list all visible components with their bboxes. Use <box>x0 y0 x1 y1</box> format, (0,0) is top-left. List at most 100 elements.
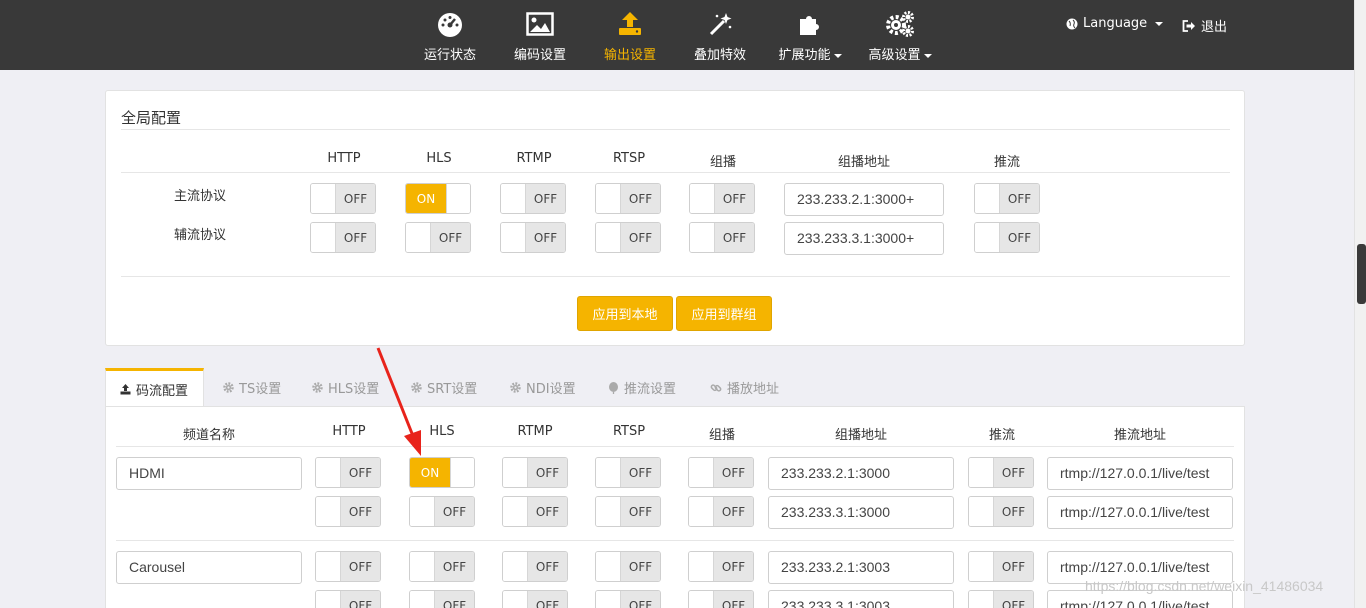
language-dropdown[interactable]: Language <box>1066 16 1164 31</box>
toggle-main-hls[interactable]: ON <box>405 183 471 214</box>
sign-out-icon <box>1182 19 1195 32</box>
image-icon <box>525 10 555 38</box>
col-header-hls: HLS <box>426 151 452 166</box>
col-header-multicast: 组播 <box>709 155 736 170</box>
nav-item-encoding[interactable]: 编码设置 <box>510 0 570 70</box>
toggle-hdmi-main-multicast[interactable]: OFF <box>688 457 754 488</box>
toggle-hdmi-sub-multicast[interactable]: OFF <box>688 496 754 527</box>
divider <box>121 129 1230 130</box>
toggle-hdmi-sub-hls[interactable]: OFF <box>409 496 475 527</box>
tab-push-settings[interactable]: 推流设置 <box>594 368 690 407</box>
toggle-carousel-sub-push[interactable]: OFF <box>968 590 1034 608</box>
channel-name-field[interactable]: HDMI <box>116 457 302 490</box>
divider <box>116 446 1234 447</box>
toggle-carousel-sub-rtsp[interactable]: OFF <box>595 590 661 608</box>
col-header-multicast-address: 组播地址 <box>837 155 890 170</box>
toggle-carousel-main-rtsp[interactable]: OFF <box>595 551 661 582</box>
gear-icon <box>223 382 234 393</box>
toggle-hdmi-main-hls[interactable]: ON <box>409 457 475 488</box>
col-header-rtmp: RTMP <box>516 151 552 166</box>
gears-icon <box>885 10 915 38</box>
nav-item-extensions[interactable]: 扩展功能 <box>775 0 845 70</box>
hdmi-sub-multicast-address-field[interactable]: 233.233.3.1:3000 <box>768 496 954 529</box>
dashboard-icon <box>435 10 465 38</box>
toggle-carousel-main-hls[interactable]: OFF <box>409 551 475 582</box>
scrollbar[interactable] <box>1354 0 1366 608</box>
apply-local-button[interactable]: 应用到本地 <box>577 296 673 331</box>
toggle-sub-http[interactable]: OFF <box>310 222 376 253</box>
nav-item-output[interactable]: 输出设置 <box>600 0 660 70</box>
global-config-panel: 全局配置 HTTP HLS RTMP RTSP 组播 组播地址 推流 主流协议 … <box>105 90 1245 346</box>
toggle-carousel-main-rtmp[interactable]: OFF <box>502 551 568 582</box>
nav-label: 叠加特效 <box>693 48 746 63</box>
toggle-carousel-sub-hls[interactable]: OFF <box>409 590 475 608</box>
divider <box>116 540 1234 541</box>
sub-multicast-address-field[interactable]: 233.233.3.1:3000+ <box>784 222 944 255</box>
hdmi-sub-push-url-field[interactable]: rtmp://127.0.0.1/live/test <box>1047 496 1233 529</box>
toggle-sub-hls[interactable]: OFF <box>405 222 471 253</box>
apply-group-button[interactable]: 应用到群组 <box>676 296 772 331</box>
upload-icon <box>615 10 645 38</box>
toggle-carousel-sub-multicast[interactable]: OFF <box>688 590 754 608</box>
annotation-arrow <box>376 347 421 456</box>
col-header-rtmp: RTMP <box>517 424 553 439</box>
toggle-main-rtmp[interactable]: OFF <box>500 183 566 214</box>
toggle-sub-multicast[interactable]: OFF <box>689 222 755 253</box>
col-header-rtsp: RTSP <box>612 151 646 166</box>
col-header-multicast-address: 组播地址 <box>834 428 887 443</box>
gear-icon <box>510 382 521 393</box>
tab-play-address[interactable]: 播放地址 <box>696 368 793 407</box>
panel-title: 全局配置 <box>121 109 182 127</box>
toggle-carousel-sub-http[interactable]: OFF <box>315 590 381 608</box>
tab-stream-config[interactable]: 码流配置 <box>105 368 204 407</box>
main-multicast-address-field[interactable]: 233.233.2.1:3000+ <box>784 183 944 216</box>
toggle-main-multicast[interactable]: OFF <box>689 183 755 214</box>
puzzle-icon <box>795 10 825 38</box>
toggle-hdmi-main-rtsp[interactable]: OFF <box>595 457 661 488</box>
toggle-carousel-sub-rtmp[interactable]: OFF <box>502 590 568 608</box>
toggle-main-push[interactable]: OFF <box>974 183 1040 214</box>
hdmi-main-push-url-field[interactable]: rtmp://127.0.0.1/live/test <box>1047 457 1233 490</box>
scrollbar-thumb[interactable] <box>1357 244 1366 304</box>
toggle-hdmi-sub-rtsp[interactable]: OFF <box>595 496 661 527</box>
toggle-main-rtsp[interactable]: OFF <box>595 183 661 214</box>
nav-label: 高级设置 <box>868 44 932 63</box>
row-label-sub: 辅流协议 <box>174 228 227 243</box>
toggle-main-http[interactable]: OFF <box>310 183 376 214</box>
toggle-hdmi-sub-push[interactable]: OFF <box>968 496 1034 527</box>
toggle-hdmi-sub-rtmp[interactable]: OFF <box>502 496 568 527</box>
toggle-carousel-main-push[interactable]: OFF <box>968 551 1034 582</box>
col-header-rtsp: RTSP <box>612 424 646 439</box>
divider <box>121 172 1230 173</box>
toggle-carousel-main-multicast[interactable]: OFF <box>688 551 754 582</box>
globe-icon <box>1066 18 1078 29</box>
divider <box>121 276 1230 277</box>
toggle-sub-rtmp[interactable]: OFF <box>500 222 566 253</box>
tab-ndi-settings[interactable]: NDI设置 <box>496 368 590 407</box>
toggle-hdmi-main-push[interactable]: OFF <box>968 457 1034 488</box>
channel-name-field[interactable]: Carousel <box>116 551 302 584</box>
carousel-main-multicast-address-field[interactable]: 233.233.2.1:3003 <box>768 551 954 584</box>
toggle-carousel-main-http[interactable]: OFF <box>315 551 381 582</box>
col-header-http: HTTP <box>327 151 361 166</box>
chevron-down-icon <box>833 53 842 58</box>
col-header-push-url: 推流地址 <box>1113 428 1166 443</box>
chevron-down-icon <box>1155 21 1164 26</box>
toggle-hdmi-main-rtmp[interactable]: OFF <box>502 457 568 488</box>
nav-item-status[interactable]: 运行状态 <box>420 0 480 70</box>
toggle-sub-rtsp[interactable]: OFF <box>595 222 661 253</box>
tab-ts-settings[interactable]: TS设置 <box>209 368 295 407</box>
toggle-hdmi-sub-http[interactable]: OFF <box>315 496 381 527</box>
watermark: https://blog.csdn.net/weixin_41486034 <box>1085 578 1324 594</box>
toggle-sub-push[interactable]: OFF <box>974 222 1040 253</box>
col-header-multicast: 组播 <box>708 428 735 443</box>
top-navbar: 运行状态 编码设置 输出设置 叠加特效 扩展功能 高级设置 Language 退… <box>0 0 1366 70</box>
carousel-sub-multicast-address-field[interactable]: 233.233.3.1:3003 <box>768 590 954 608</box>
hdmi-main-multicast-address-field[interactable]: 233.233.2.1:3000 <box>768 457 954 490</box>
toggle-hdmi-main-http[interactable]: OFF <box>315 457 381 488</box>
col-header-http: HTTP <box>332 424 366 439</box>
upload-icon <box>120 383 131 394</box>
nav-item-advanced[interactable]: 高级设置 <box>865 0 935 70</box>
logout-link[interactable]: 退出 <box>1182 16 1227 35</box>
nav-item-overlay[interactable]: 叠加特效 <box>690 0 750 70</box>
